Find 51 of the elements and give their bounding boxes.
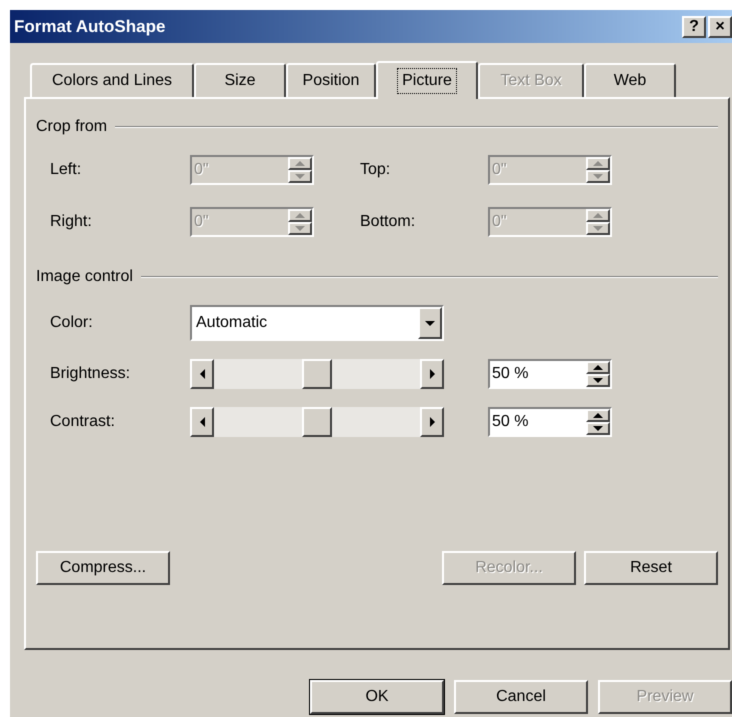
- spin-field[interactable]: 50 %: [488, 359, 612, 389]
- group-heading: Image control: [36, 267, 133, 287]
- panel-button[interactable]: Compress...: [36, 551, 170, 585]
- down-arrow-icon: [593, 377, 603, 384]
- field-label: Brightness:: [50, 364, 132, 384]
- spin-up-button[interactable]: [586, 409, 610, 422]
- down-arrow-icon: [295, 173, 305, 180]
- scroll-right-button[interactable]: [420, 359, 444, 389]
- left-arrow-icon: [198, 369, 206, 379]
- tab[interactable]: Colors and Lines: [30, 63, 194, 97]
- slider-thumb[interactable]: [302, 359, 332, 389]
- window-title: Format AutoShape: [14, 16, 166, 38]
- left-arrow-icon: [198, 417, 206, 427]
- scroll-left-button[interactable]: [190, 359, 214, 389]
- up-arrow-icon: [593, 212, 603, 219]
- up-arrow-icon: [295, 212, 305, 219]
- up-arrow-icon: [593, 160, 603, 167]
- down-arrow-icon: [593, 425, 603, 432]
- down-arrow-icon: [593, 225, 603, 232]
- group-heading: Crop from: [36, 117, 108, 137]
- field-label: Top:: [360, 160, 392, 180]
- down-arrow-icon: [295, 225, 305, 232]
- dropdown-arrow-icon: [425, 320, 435, 326]
- spin-field[interactable]: 50 %: [488, 407, 612, 437]
- scroll-left-button[interactable]: [190, 407, 214, 437]
- field-label: Right:: [50, 212, 93, 232]
- tab[interactable]: Size: [194, 63, 286, 97]
- spin-down-button[interactable]: [586, 374, 610, 387]
- close-button[interactable]: ×: [708, 16, 732, 38]
- scroll-right-button[interactable]: [420, 407, 444, 437]
- right-arrow-icon: [428, 369, 436, 379]
- dialog-button[interactable]: Cancel: [454, 680, 588, 714]
- down-arrow-icon: [593, 173, 603, 180]
- field-label: Left:: [50, 160, 82, 180]
- tab[interactable]: Web: [584, 63, 676, 97]
- color-dropdown[interactable]: Automatic: [190, 305, 444, 341]
- slider-thumb[interactable]: [302, 407, 332, 437]
- dialog-button[interactable]: OK: [310, 680, 444, 714]
- spin-up-button[interactable]: [586, 361, 610, 374]
- up-arrow-icon: [593, 412, 603, 419]
- tab[interactable]: Position: [286, 63, 376, 97]
- up-arrow-icon: [593, 364, 603, 371]
- field-label: Color:: [50, 313, 94, 333]
- spin-down-button[interactable]: [586, 422, 610, 435]
- field-label: Contrast:: [50, 412, 116, 432]
- field-label: Bottom:: [360, 212, 416, 232]
- panel-button[interactable]: Reset: [584, 551, 718, 585]
- help-button[interactable]: ?: [682, 16, 706, 38]
- right-arrow-icon: [428, 417, 436, 427]
- tab[interactable]: Picture: [376, 61, 478, 99]
- up-arrow-icon: [295, 160, 305, 167]
